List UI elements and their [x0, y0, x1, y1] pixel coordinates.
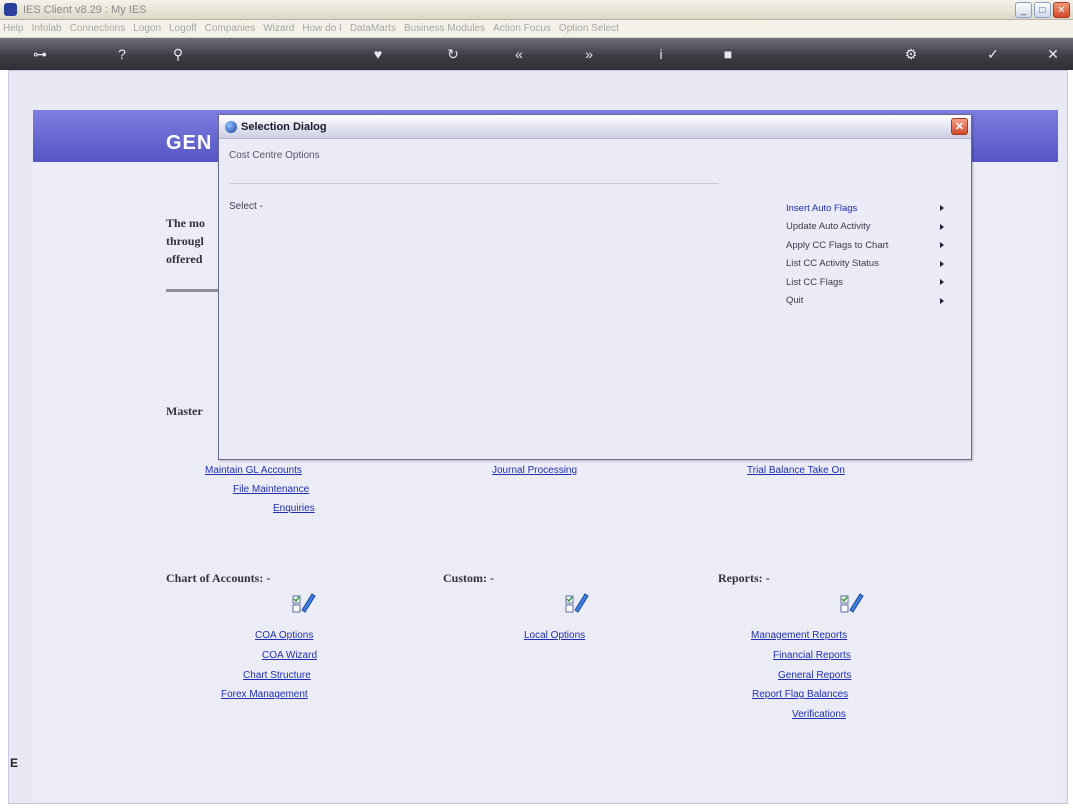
- link-verifications[interactable]: Verifications: [792, 709, 846, 720]
- arrow-right-icon: [940, 297, 944, 304]
- menu-option-select[interactable]: Option Select: [559, 23, 619, 34]
- link-forex-management[interactable]: Forex Management: [221, 689, 308, 700]
- link-file-maintenance[interactable]: File Maintenance: [233, 484, 309, 495]
- menu-item-label: Apply CC Flags to Chart: [786, 239, 889, 251]
- menu-wizard[interactable]: Wizard: [263, 23, 294, 34]
- link-coa-wizard[interactable]: COA Wizard: [262, 650, 317, 661]
- arrow-right-icon: [940, 242, 944, 248]
- menu-item-quit[interactable]: Quit: [786, 292, 956, 311]
- master-heading: Master: [166, 404, 203, 418]
- link-report-flag-balances[interactable]: Report Flag Balances: [752, 689, 848, 700]
- refresh-icon[interactable]: ↻: [444, 46, 462, 62]
- menu-datamarts[interactable]: DataMarts: [350, 23, 396, 34]
- check-icon[interactable]: ✓: [984, 46, 1002, 62]
- forward-icon[interactable]: »: [580, 46, 598, 62]
- arrow-right-icon: [940, 279, 944, 285]
- arrow-right-icon: [940, 223, 944, 230]
- link-management-reports[interactable]: Management Reports: [751, 630, 847, 641]
- select-label: Select -: [229, 201, 263, 212]
- search-icon[interactable]: ⚲: [170, 46, 186, 62]
- intro-line-2: througl: [166, 234, 204, 248]
- dialog-title-bar[interactable]: Selection Dialog ✕: [219, 115, 971, 139]
- info-icon[interactable]: i: [654, 46, 668, 62]
- toolbar: ⊶ ? ⚲ ♥ ↻ « » i ■ ⚙ ✓ ✕: [0, 38, 1073, 70]
- chart-of-accounts-heading: Chart of Accounts: -: [166, 571, 271, 585]
- menu-infolab[interactable]: Infolab: [32, 23, 62, 34]
- link-maintain-gl-accounts[interactable]: Maintain GL Accounts: [205, 465, 302, 476]
- heart-icon[interactable]: ♥: [370, 46, 386, 62]
- menu-business-modules[interactable]: Business Modules: [404, 23, 485, 34]
- maximize-button[interactable]: □: [1034, 2, 1051, 18]
- menu-help[interactable]: Help: [3, 23, 24, 34]
- custom-heading: Custom: -: [443, 571, 494, 585]
- menu-connections[interactable]: Connections: [70, 23, 126, 34]
- link-general-reports[interactable]: General Reports: [778, 670, 851, 681]
- menu-companies[interactable]: Companies: [205, 23, 256, 34]
- intro-line-3: offered: [166, 252, 203, 266]
- link-coa-options[interactable]: COA Options: [255, 630, 313, 641]
- menu-action-focus[interactable]: Action Focus: [493, 23, 551, 34]
- link-local-options[interactable]: Local Options: [524, 630, 585, 641]
- checklist-pencil-icon: [565, 593, 589, 613]
- window-title-bar: IES Client v8.29 : My IES _ □ ✕: [0, 0, 1073, 20]
- menu-item-insert-auto-flags[interactable]: Insert Auto Flags: [786, 199, 956, 218]
- dialog-subtitle: Cost Centre Options: [229, 150, 320, 161]
- dialog-close-button[interactable]: ✕: [951, 118, 968, 135]
- close-window-button[interactable]: ✕: [1053, 2, 1070, 18]
- menu-item-label: List CC Flags: [786, 276, 844, 288]
- divider: [166, 289, 226, 292]
- checklist-pencil-icon: [840, 593, 864, 613]
- exit-icon[interactable]: ✕: [1044, 46, 1062, 62]
- menu-item-label: Update Auto Activity: [786, 221, 871, 233]
- back-icon[interactable]: «: [510, 46, 528, 62]
- key-icon[interactable]: ⊶: [22, 46, 58, 62]
- window-title: IES Client v8.29 : My IES: [23, 3, 147, 16]
- menu-item-update-auto-activity[interactable]: Update Auto Activity: [786, 218, 956, 237]
- window-controls: _ □ ✕: [1015, 2, 1070, 18]
- menu-item-apply-cc-flags[interactable]: Apply CC Flags to Chart: [786, 236, 956, 255]
- link-chart-structure[interactable]: Chart Structure: [243, 670, 311, 681]
- selection-dialog: Selection Dialog ✕ Cost Centre Options S…: [218, 114, 972, 460]
- page-title: GEN: [166, 132, 213, 154]
- reports-heading: Reports: -: [718, 571, 770, 585]
- dialog-divider: [229, 183, 719, 184]
- help-icon[interactable]: ?: [114, 46, 130, 62]
- menu-item-list-cc-activity-status[interactable]: List CC Activity Status: [786, 255, 956, 274]
- menu-how-do-i[interactable]: How do I: [302, 23, 341, 34]
- globe-icon: [225, 120, 237, 133]
- menu-bar: Help Infolab Connections Logon Logoff Co…: [0, 20, 1073, 38]
- link-trial-balance-take-on[interactable]: Trial Balance Take On: [747, 465, 845, 476]
- menu-item-list-cc-flags[interactable]: List CC Flags: [786, 273, 956, 292]
- app-icon: [4, 3, 17, 16]
- options-menu: Insert Auto Flags Update Auto Activity A…: [786, 199, 956, 310]
- square-icon[interactable]: ■: [720, 46, 736, 62]
- menu-item-label: Quit: [786, 295, 804, 307]
- menu-item-label: Insert Auto Flags: [786, 202, 858, 214]
- arrow-right-icon: [940, 260, 944, 267]
- link-journal-processing[interactable]: Journal Processing: [492, 465, 577, 476]
- link-enquiries[interactable]: Enquiries: [273, 503, 315, 514]
- minimize-button[interactable]: _: [1015, 2, 1032, 18]
- intro-line-1: The mo: [166, 216, 205, 230]
- link-financial-reports[interactable]: Financial Reports: [773, 650, 851, 661]
- settings-icon[interactable]: ⚙: [902, 46, 920, 62]
- checklist-pencil-icon: [292, 593, 316, 613]
- arrow-right-icon: [940, 205, 944, 211]
- menu-logoff[interactable]: Logoff: [169, 23, 197, 34]
- menu-logon[interactable]: Logon: [133, 23, 161, 34]
- side-glyph: E: [10, 756, 19, 770]
- dialog-title: Selection Dialog: [241, 120, 327, 133]
- menu-item-label: List CC Activity Status: [786, 258, 879, 270]
